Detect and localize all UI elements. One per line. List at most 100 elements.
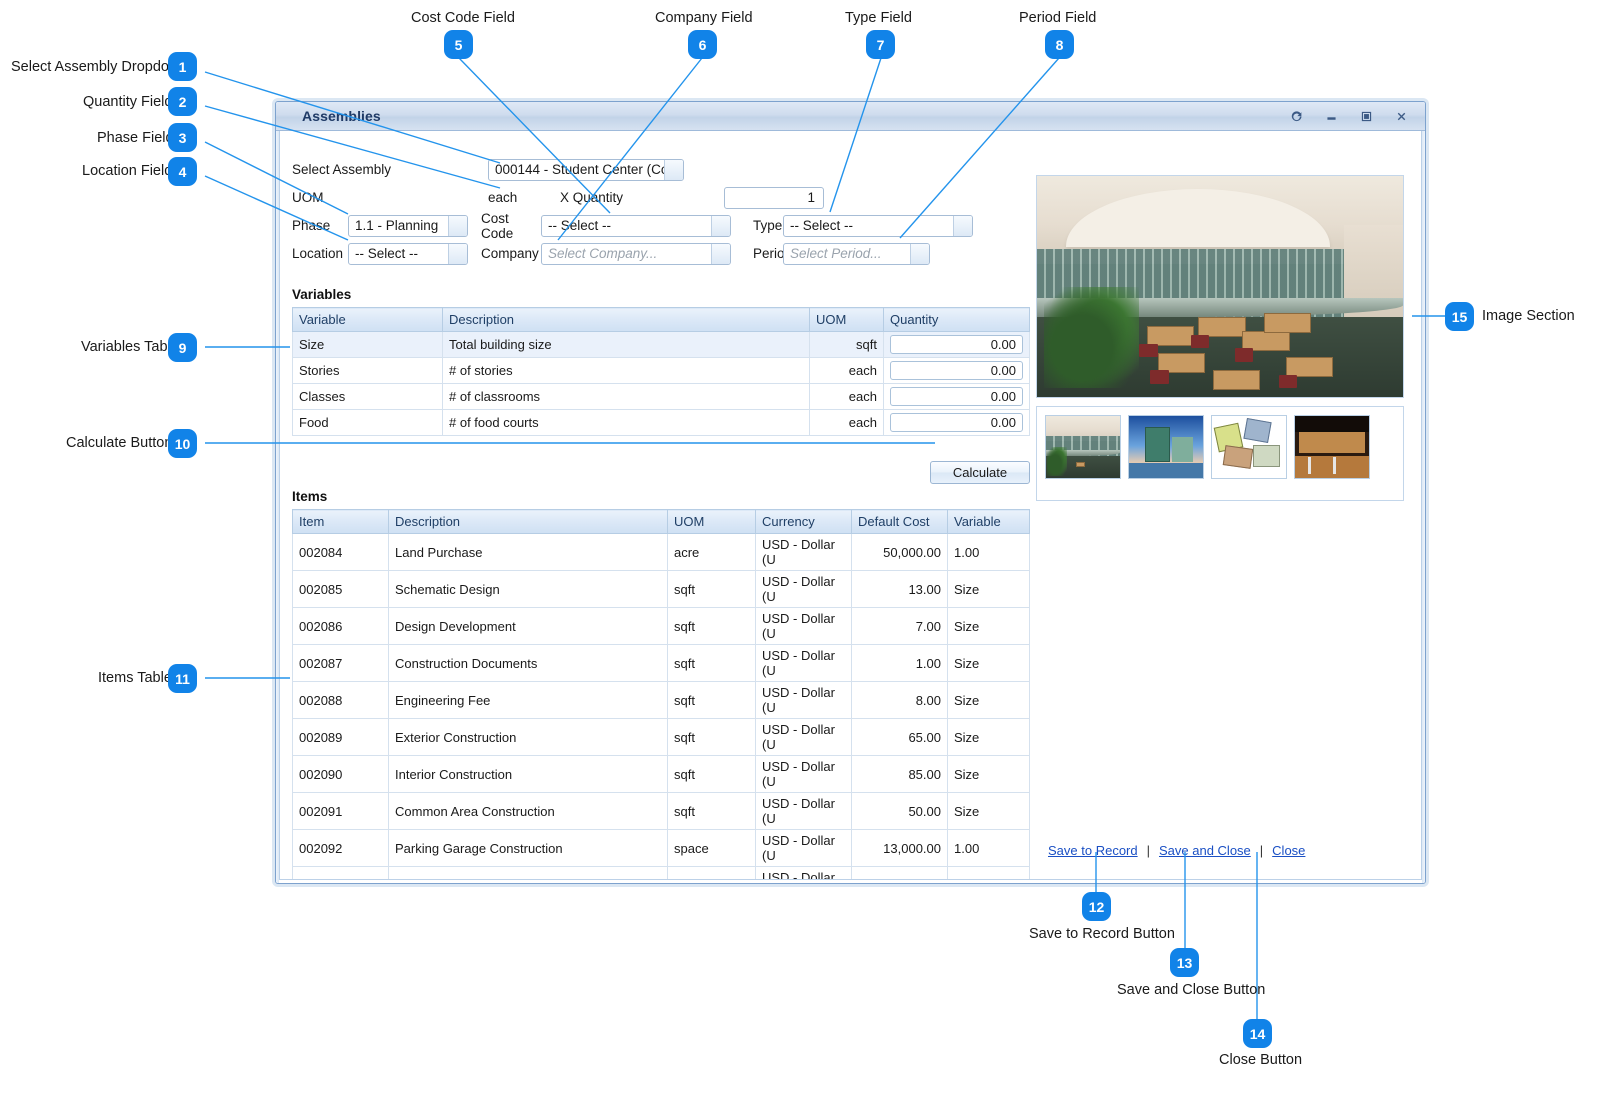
select-assembly-dropdown[interactable]: 000144 - Student Center (Concep (488, 158, 684, 181)
items-cell-item: 002091 (292, 792, 389, 830)
calculate-button-wrap: Calculate (930, 461, 1030, 484)
quantity-field[interactable]: 1 (724, 186, 824, 209)
items-table[interactable]: Item Description UOM Currency Default Cost Va… (292, 509, 1030, 879)
close-icon[interactable] (1393, 108, 1409, 124)
items-cell-default-cost: 50.00 (851, 792, 948, 830)
variable-quantity-input[interactable]: 0.00 (890, 361, 1023, 380)
items-col-3: Currency (755, 509, 852, 534)
table-row[interactable]: 002088 Engineering Fee sqft USD - Dollar (U… (292, 681, 1030, 719)
table-row[interactable]: Size Total building size sqft 0.00 (292, 331, 1030, 358)
annotation-badge-15[interactable]: 15 (1445, 302, 1474, 331)
table-row[interactable]: Food # of food courts each 0.00 (292, 409, 1030, 436)
select-assembly-value: 000144 - Student Center (Concep (495, 162, 664, 177)
table-row[interactable]: 002085 Schematic Design sqft USD - Dollar (… (292, 570, 1030, 608)
annotation-badge-5[interactable]: 5 (444, 30, 473, 59)
table-row[interactable]: 002086 Design Development sqft USD - Dollar… (292, 607, 1030, 645)
items-section: Items Item Description UOM Currency Default … (292, 489, 1030, 879)
quantity-value: 1 (807, 190, 815, 205)
variable-quantity-input[interactable]: 0.00 (890, 387, 1023, 406)
items-cell-default-cost: 13,000.00 (851, 829, 948, 867)
chevron-down-icon[interactable] (664, 159, 683, 180)
annotation-badge-12[interactable]: 12 (1082, 892, 1111, 921)
items-cell-default-cost: 7.00 (851, 607, 948, 645)
table-row[interactable]: 002090 Interior Construction sqft USD - Dol… (292, 755, 1030, 793)
cost-code-field[interactable]: -- Select -- (541, 214, 731, 237)
items-cell-default-cost: 1.00 (851, 644, 948, 682)
save-and-close-button[interactable]: Save and Close (1159, 843, 1251, 858)
chevron-down-icon[interactable] (448, 215, 467, 236)
window-body: Select Assembly 000144 - Student Center … (279, 131, 1422, 880)
items-cell-item: 002092 (292, 829, 389, 867)
annotation-badge-11[interactable]: 11 (168, 664, 197, 693)
select-assembly-label: Select Assembly (292, 162, 392, 177)
uom-quantity-row: UOM each X Quantity 1 (292, 185, 992, 210)
chevron-down-icon[interactable] (448, 243, 467, 264)
table-row[interactable]: 002093Furniture & FixturessqftUSD - Doll… (292, 866, 1030, 879)
items-cell-variable: Size (947, 866, 1030, 879)
type-label: Type (753, 218, 783, 233)
chevron-down-icon[interactable] (953, 215, 972, 236)
annotation-badge-13[interactable]: 13 (1170, 948, 1199, 977)
chevron-down-icon[interactable] (711, 243, 730, 264)
items-cell-default-cost: 85.00 (851, 755, 948, 793)
items-cell-uom: acre (667, 533, 756, 571)
items-cell-item: 002093 (292, 866, 389, 879)
items-col-5: Variable (947, 509, 1030, 534)
items-table-header: Item Description UOM Currency Default Cost Va… (292, 509, 1030, 534)
annotation-badge-6[interactable]: 6 (688, 30, 717, 59)
annotation-badge-4[interactable]: 4 (168, 157, 197, 186)
period-field[interactable]: Select Period... (783, 242, 930, 265)
chevron-down-icon[interactable] (910, 243, 929, 264)
maximize-icon[interactable] (1358, 108, 1374, 124)
annotation-badge-14[interactable]: 14 (1243, 1019, 1272, 1048)
annotation-badge-9[interactable]: 9 (168, 333, 197, 362)
table-row[interactable]: Classes # of classrooms each 0.00 (292, 383, 1030, 410)
minimize-icon[interactable] (1323, 108, 1339, 124)
variables-table[interactable]: Variable Description UOM Quantity Size Total… (292, 307, 1030, 436)
variables-section: Variables Variable Description UOM Quantity… (292, 287, 1030, 436)
items-cell-uom: sqft (667, 866, 756, 879)
thumbnail-strip (1036, 406, 1404, 501)
main-image-frame[interactable] (1036, 175, 1404, 398)
annotation-badge-2[interactable]: 2 (168, 87, 197, 116)
table-row[interactable]: 002089 Exterior Construction sqft USD - Dol… (292, 718, 1030, 756)
save-to-record-button[interactable]: Save to Record (1048, 843, 1138, 858)
items-cell-item: 002086 (292, 607, 389, 645)
items-section-title: Items (292, 489, 328, 504)
table-row[interactable]: 002087 Construction Documents sqft USD - Do… (292, 644, 1030, 682)
annotation-badge-7[interactable]: 7 (866, 30, 895, 59)
table-row[interactable]: 002091 Common Area Construction sqft USD - … (292, 792, 1030, 830)
thumbnail-0[interactable] (1045, 415, 1121, 479)
refresh-icon[interactable] (1288, 108, 1304, 124)
items-cell-item: 002088 (292, 681, 389, 719)
phase-field[interactable]: 1.1 - Planning (348, 214, 468, 237)
variable-quantity-input[interactable]: 0.00 (890, 335, 1023, 354)
type-field[interactable]: -- Select -- (783, 214, 973, 237)
table-row[interactable]: Stories # of stories each 0.00 (292, 357, 1030, 384)
annotation-label-15: Image Section (1482, 308, 1575, 324)
chevron-down-icon[interactable] (711, 215, 730, 236)
cost-code-label: Cost Code (481, 210, 514, 241)
items-cell-currency: USD - Dollar (U (755, 570, 852, 608)
annotation-badge-10[interactable]: 10 (168, 429, 197, 458)
calculate-button[interactable]: Calculate (930, 461, 1030, 484)
variable-quantity-input[interactable]: 0.00 (890, 413, 1023, 432)
variables-cell-uom: each (809, 383, 884, 410)
company-field[interactable]: Select Company... (541, 242, 731, 265)
close-button[interactable]: Close (1272, 843, 1305, 858)
thumbnail-2[interactable] (1211, 415, 1287, 479)
variables-cell-uom: each (809, 357, 884, 384)
annotation-badge-3[interactable]: 3 (168, 123, 197, 152)
thumbnail-1[interactable] (1128, 415, 1204, 479)
table-row[interactable]: 002084 Land Purchase acre USD - Dollar (U 50… (292, 533, 1030, 571)
quantity-label: X Quantity (560, 190, 624, 205)
variables-quantity-cell: 0.00 (883, 383, 1030, 410)
items-cell-description: Schematic Design (388, 570, 668, 608)
thumbnail-3[interactable] (1294, 415, 1370, 479)
annotation-badge-1[interactable]: 1 (168, 52, 197, 81)
annotation-label-6: Company Field (655, 10, 753, 26)
annotation-badge-8[interactable]: 8 (1045, 30, 1074, 59)
table-row[interactable]: 002092 Parking Garage Construction space US… (292, 829, 1030, 867)
location-field[interactable]: -- Select -- (348, 242, 468, 265)
assemblies-window: Assemblies Select Assembly 000144 - Stud… (275, 101, 1426, 884)
